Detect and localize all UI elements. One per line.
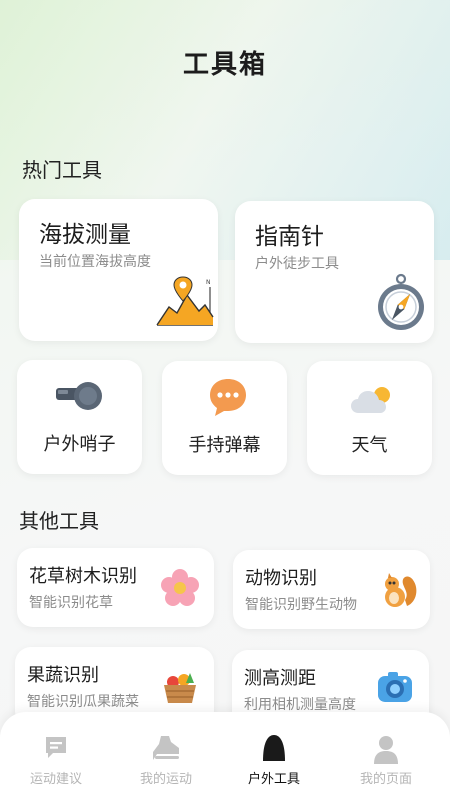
animal-id-card[interactable]: 动物识别 智能识别野生动物	[233, 550, 430, 629]
animal-id-subtitle: 智能识别野生动物	[245, 597, 357, 613]
produce-id-subtitle: 智能识别瓜果蔬菜	[27, 694, 139, 710]
section-title-other: 其他工具	[19, 509, 99, 533]
altitude-tool-card[interactable]: 海拔测量 当前位置海拔高度 N	[19, 199, 218, 341]
tab-my-page[interactable]: 我的页面	[330, 712, 442, 800]
tab-sport-advice[interactable]: 运动建议	[0, 712, 112, 800]
weather-tool-card[interactable]: 天气	[307, 361, 432, 475]
weather-icon	[349, 383, 395, 421]
barrage-tool-card[interactable]: 手持弹幕	[162, 361, 287, 475]
bottom-tab-bar: 运动建议 我的运动 户外工具 我的页面	[0, 712, 450, 800]
tab-label: 我的运动	[139, 772, 192, 787]
compass-tool-card[interactable]: 指南针 户外徒步工具	[235, 201, 434, 343]
tab-my-sport[interactable]: 我的运动	[110, 712, 222, 800]
plant-id-subtitle: 智能识别花草	[29, 595, 113, 611]
plant-id-card[interactable]: 花草树木识别 智能识别花草	[17, 548, 214, 627]
altitude-tool-subtitle: 当前位置海拔高度	[39, 254, 151, 270]
measure-title: 测高测距	[244, 668, 316, 689]
tab-label: 户外工具	[247, 772, 300, 787]
svg-text:N: N	[206, 279, 211, 286]
barrage-tool-label: 手持弹幕	[188, 435, 261, 456]
section-title-hot: 热门工具	[22, 158, 102, 182]
mountain-icon: N	[153, 273, 215, 333]
squirrel-icon	[379, 570, 419, 614]
produce-id-title: 果蔬识别	[27, 665, 99, 686]
altitude-tool-title: 海拔测量	[39, 222, 131, 248]
chat-bubble-icon	[207, 377, 249, 423]
compass-icon	[375, 273, 427, 337]
user-icon	[372, 734, 400, 768]
whistle-tool-label: 户外哨子	[43, 434, 116, 455]
fruit-basket-icon	[160, 669, 200, 711]
page-title: 工具箱	[182, 50, 267, 80]
tab-label: 运动建议	[29, 772, 82, 787]
animal-id-title: 动物识别	[245, 568, 317, 589]
measure-subtitle: 利用相机测量高度	[244, 697, 356, 713]
plant-id-title: 花草树木识别	[29, 566, 137, 587]
tab-label: 我的页面	[359, 772, 412, 787]
flower-icon	[160, 568, 200, 612]
weather-tool-label: 天气	[351, 435, 388, 456]
compass-tool-title: 指南针	[255, 224, 324, 250]
compass-tool-subtitle: 户外徒步工具	[255, 256, 339, 272]
chat-icon	[43, 734, 69, 764]
camera-icon	[376, 670, 414, 710]
tent-icon	[261, 734, 287, 766]
shoe-icon	[151, 734, 181, 766]
tab-outdoor-tools[interactable]: 户外工具	[218, 712, 330, 800]
whistle-icon	[54, 380, 104, 416]
whistle-tool-card[interactable]: 户外哨子	[17, 360, 142, 474]
